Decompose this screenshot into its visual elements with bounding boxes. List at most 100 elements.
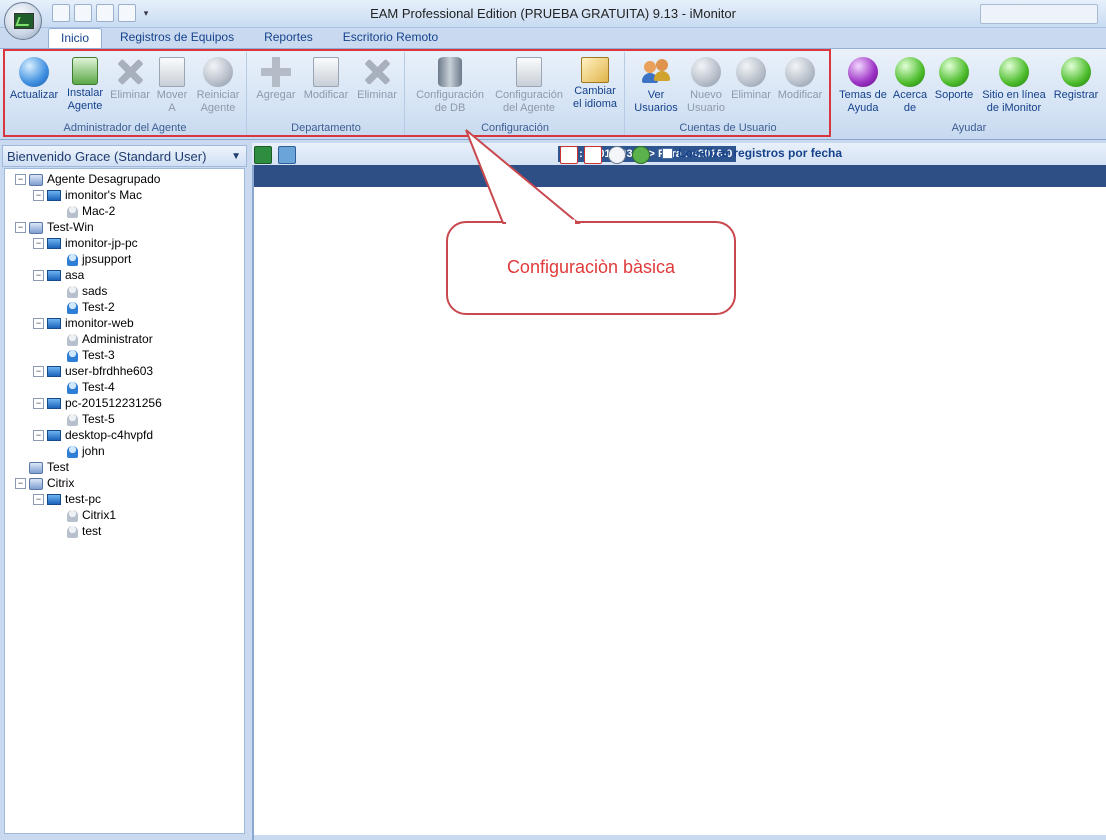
tree-node-user-on[interactable]: jpsupport	[53, 251, 131, 267]
tree-node-user-off[interactable]: sads	[53, 283, 107, 299]
tree-node-user-off[interactable]: Citrix1	[53, 507, 116, 523]
tree-node-group[interactable]: − Test-Win	[15, 219, 94, 235]
group-ayudar: Temas de Ayuda Acerca de Soporte Sitio e…	[834, 52, 1104, 136]
agregar-button[interactable]: Agregar	[252, 54, 300, 102]
calendar-from-icon[interactable]	[560, 146, 578, 164]
title-search-box[interactable]	[980, 4, 1098, 24]
tree-node-group[interactable]: Test	[15, 459, 69, 475]
group-icon	[29, 461, 43, 474]
ribbon: Actualizar Instalar Agente Eliminar Move…	[0, 48, 1106, 140]
configuracion-de-db-button[interactable]: Configuración de DB	[410, 54, 490, 115]
collapse-toggle-icon[interactable]: −	[33, 430, 44, 442]
collapse-toggle-icon[interactable]: −	[33, 398, 44, 410]
collapse-toggle-icon[interactable]: −	[33, 190, 44, 202]
tab-inicio[interactable]: Inicio	[48, 28, 103, 49]
tab-registros-de-equipos[interactable]: Registros de Equipos	[108, 28, 246, 47]
computer-icon	[47, 318, 61, 330]
calendar-to-icon[interactable]	[584, 146, 602, 164]
tree-node-pc[interactable]: − imonitor's Mac	[33, 187, 142, 203]
tree-node-user-off[interactable]: test	[53, 523, 101, 539]
app-menu-orb[interactable]	[4, 2, 42, 40]
tree-node-pc[interactable]: − imonitor-web	[33, 315, 134, 331]
callout-text: Configuraciòn bàsica	[506, 257, 676, 277]
collapse-toggle-icon[interactable]: −	[33, 366, 44, 378]
database-icon	[438, 57, 462, 87]
clock-icon[interactable]	[608, 146, 626, 164]
group-label: Administrador del Agente	[63, 122, 187, 134]
modificar-usuario-button[interactable]: Modificar	[774, 54, 826, 102]
registrar-button[interactable]: Registrar	[1050, 54, 1102, 102]
tree-node-user-on[interactable]: Test-4	[53, 379, 115, 395]
home-icon	[999, 57, 1029, 87]
collapse-toggle-icon[interactable]: −	[33, 318, 44, 330]
computer-icon	[47, 238, 61, 250]
tree-node-label: Administrator	[82, 332, 153, 346]
locate-by-date-checkbox[interactable]	[662, 148, 673, 159]
collapse-toggle-icon[interactable]: −	[15, 174, 26, 186]
callout-bubble: Configuraciòn bàsica	[446, 221, 736, 315]
tree-node-pc[interactable]: − pc-201512231256	[33, 395, 162, 411]
temas-de-ayuda-button[interactable]: Temas de Ayuda	[836, 54, 890, 115]
tree-node-user-on[interactable]: john	[53, 443, 105, 459]
go-icon[interactable]	[632, 146, 650, 164]
modificar-departamento-button[interactable]: Modificar	[300, 54, 352, 102]
actualizar-button[interactable]: Actualizar	[6, 54, 62, 102]
tree-node-user-off[interactable]: Mac-2	[53, 203, 115, 219]
tree-node-label: Test	[47, 460, 70, 474]
tree-node-pc[interactable]: − imonitor-jp-pc	[33, 235, 138, 251]
collapse-toggle-icon[interactable]: −	[15, 478, 26, 490]
help-topics-icon	[848, 57, 878, 87]
tree-node-pc[interactable]: − user-bfrdhhe603	[33, 363, 153, 379]
computer-icon	[47, 494, 61, 506]
tree-node-label: jpsupport	[82, 252, 132, 266]
excel-export-icon[interactable]	[254, 146, 272, 164]
soporte-button[interactable]: Soporte	[930, 54, 978, 102]
ver-usuarios-button[interactable]: Ver Usuarios	[628, 54, 684, 115]
tree-node-group[interactable]: − Citrix	[15, 475, 74, 491]
user-icon	[67, 445, 78, 458]
tree-header[interactable]: Bienvenido Grace (Standard User) ▼	[2, 145, 247, 167]
cart-icon	[1061, 57, 1091, 87]
group-label: Ayudar	[951, 122, 987, 134]
tree-node-user-on[interactable]: Test-2	[53, 299, 115, 315]
eliminar-departamento-button[interactable]: Eliminar	[352, 54, 402, 102]
instalar-agente-button[interactable]: Instalar Agente	[62, 54, 108, 113]
cambiar-el-idioma-button[interactable]: Cambiar el idioma	[568, 54, 622, 111]
tree-node-pc[interactable]: − test-pc	[33, 491, 101, 507]
agent-tree: − Agente Desagrupado − imonitor's Mac Mac-2−…	[4, 168, 245, 834]
agent-settings-icon	[516, 57, 542, 87]
tree-node-user-on[interactable]: Test-3	[53, 347, 115, 363]
configuracion-del-agente-button[interactable]: Configuración del Agente	[490, 54, 568, 115]
tree-node-label: asa	[65, 268, 85, 282]
group-label: Departamento	[291, 122, 361, 134]
group-cuentas-de-usuario: Ver Usuarios Nuevo Usuario Eliminar Modi…	[626, 52, 831, 136]
tree-node-label: Mac-2	[82, 204, 116, 218]
reiniciar-agente-button[interactable]: Reiniciar Agente	[192, 54, 244, 115]
collapse-toggle-icon[interactable]: −	[33, 238, 44, 250]
tree-node-group[interactable]: − Agente Desagrupado	[15, 171, 160, 187]
export-icon[interactable]	[278, 146, 296, 164]
tree-node-pc[interactable]: − asa	[33, 267, 84, 283]
collapse-toggle-icon[interactable]: −	[33, 270, 44, 282]
mover-a-button[interactable]: Mover A	[152, 54, 192, 115]
tree-node-user-off[interactable]: Test-5	[53, 411, 115, 427]
tree-node-label: Citrix	[47, 476, 75, 490]
collapse-toggle-icon[interactable]: −	[15, 222, 26, 234]
tab-escritorio-remoto[interactable]: Escritorio Remoto	[331, 28, 450, 47]
computer-icon	[47, 270, 61, 282]
acerca-de-button[interactable]: Acerca de	[890, 54, 930, 115]
eliminar-agente-button[interactable]: Eliminar	[108, 54, 152, 102]
tree-node-label: user-bfrdhhe603	[65, 364, 154, 378]
nuevo-usuario-button[interactable]: Nuevo Usuario	[684, 54, 728, 115]
tree-node-user-off[interactable]: Administrator	[53, 331, 153, 347]
tree-node-pc[interactable]: − desktop-c4hvpfd	[33, 427, 153, 443]
tab-reportes[interactable]: Reportes	[252, 28, 325, 47]
computer-icon	[47, 430, 61, 442]
edit-icon	[313, 57, 339, 87]
user-icon	[67, 205, 78, 218]
chevron-down-icon[interactable]: ▼	[231, 146, 241, 168]
collapse-toggle-icon[interactable]: −	[33, 494, 44, 506]
sitio-en-linea-button[interactable]: Sitio en línea de iMonitor	[978, 54, 1050, 115]
tree-node-label: sads	[82, 284, 108, 298]
eliminar-usuario-button[interactable]: Eliminar	[728, 54, 774, 102]
